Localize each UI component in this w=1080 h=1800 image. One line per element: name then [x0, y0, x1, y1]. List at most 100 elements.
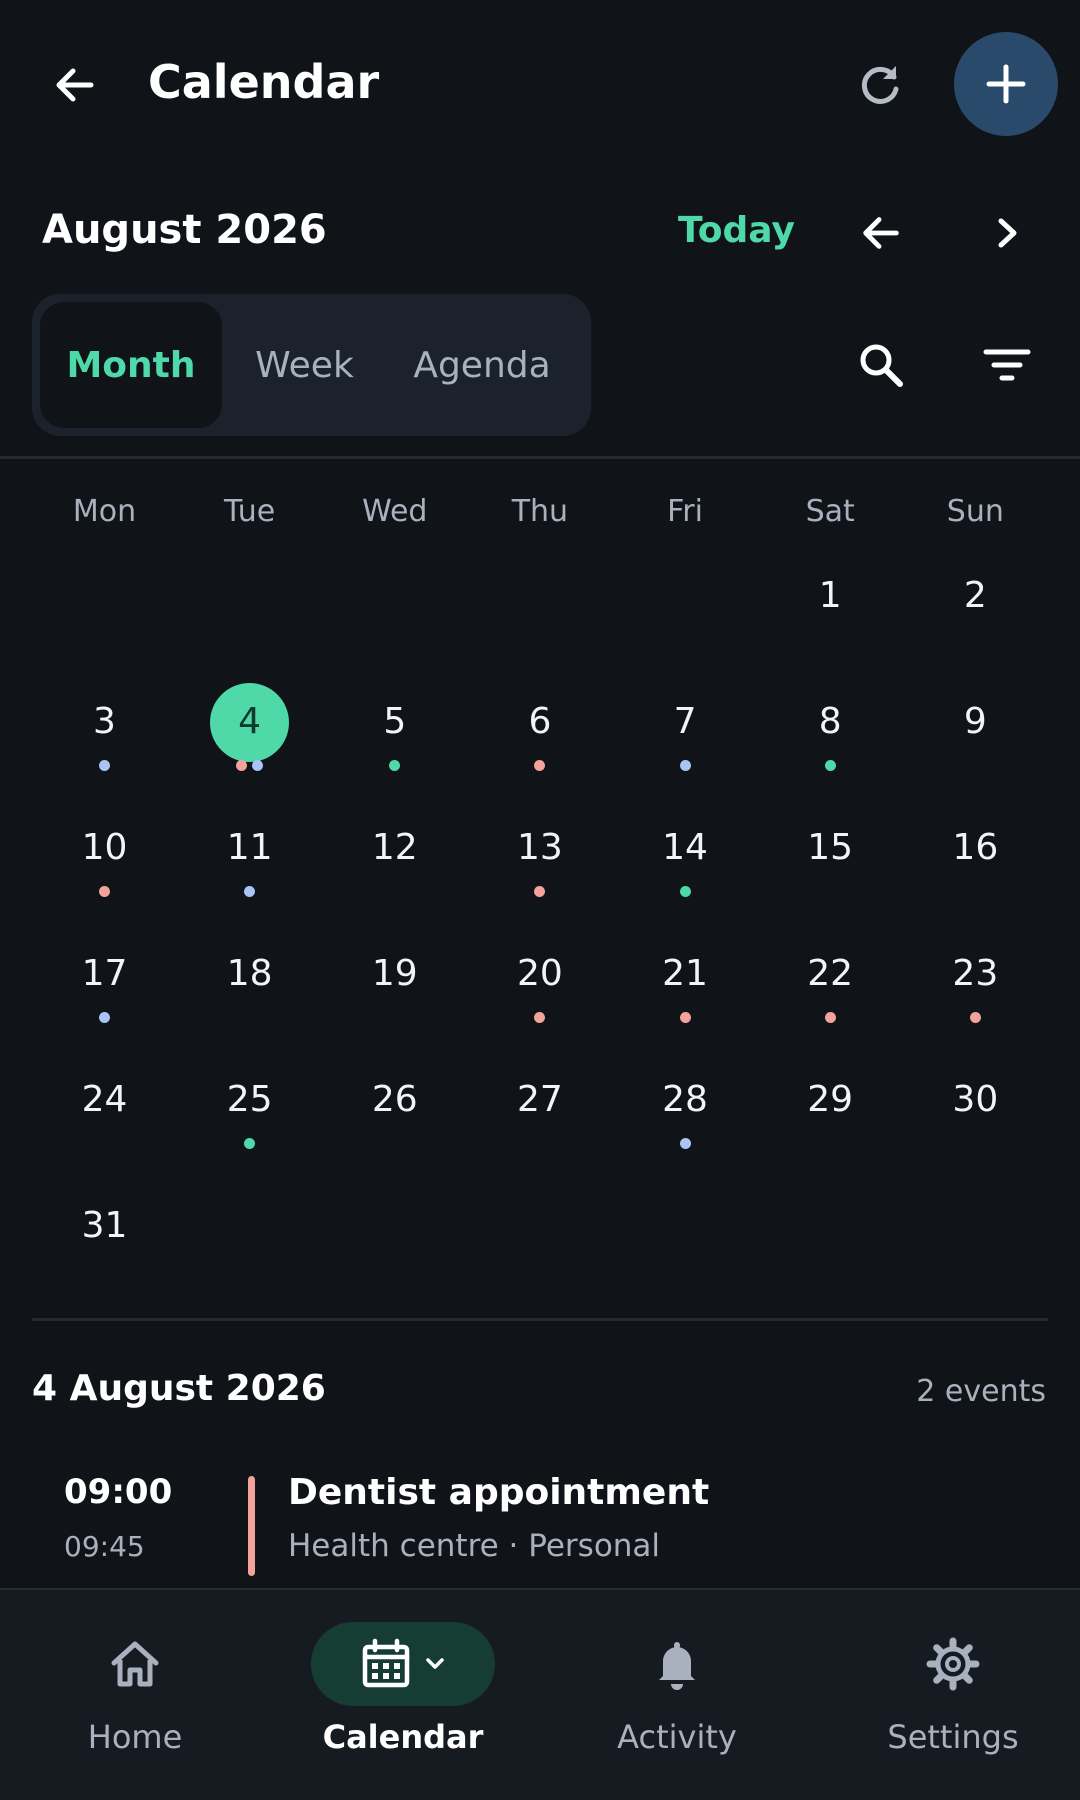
event-dots — [177, 886, 322, 897]
nav-item-home[interactable]: Home — [0, 1590, 270, 1800]
weekday-label: Sat — [805, 494, 855, 529]
day-number: 17 — [81, 953, 128, 994]
day-number: 24 — [81, 1079, 128, 1120]
day-cell[interactable]: 27 — [467, 1056, 612, 1182]
day-number: 16 — [952, 827, 999, 868]
day-cell[interactable]: 13 — [467, 804, 612, 930]
weekday-label: Mon — [72, 494, 137, 529]
day-cell[interactable]: 19 — [322, 930, 467, 1056]
nav-label: Activity — [617, 1718, 737, 1756]
day-cell[interactable]: 5 — [322, 678, 467, 804]
divider — [32, 1318, 1048, 1321]
day-cell[interactable]: 20 — [467, 930, 612, 1056]
home-icon — [111, 1641, 159, 1687]
event-dots — [613, 1012, 758, 1023]
day-number: 28 — [662, 1079, 708, 1120]
event-count: 2 events — [916, 1374, 1046, 1409]
event-item[interactable]: 09:00 09:45 Dentist appointment Health c… — [32, 1462, 1048, 1582]
chevron-right-icon — [998, 218, 1017, 248]
day-cell[interactable]: 28 — [613, 1056, 758, 1182]
day-cell[interactable]: 6 — [467, 678, 612, 804]
week-row: 3 4 5 6 7 8 9 — [32, 678, 1048, 804]
day-cell[interactable]: 26 — [322, 1056, 467, 1182]
day-cell[interactable]: 16 — [903, 804, 1048, 930]
day-cell[interactable]: 23 — [903, 930, 1048, 1056]
nav-item-settings[interactable]: Settings — [818, 1590, 1080, 1800]
event-dots — [32, 760, 177, 771]
day-cell[interactable]: 18 — [177, 930, 322, 1056]
nav-label: Calendar — [322, 1718, 484, 1756]
day-number: 1 — [818, 575, 842, 616]
month-label: August 2026 — [42, 207, 327, 253]
day-cell[interactable]: 8 — [758, 678, 903, 804]
event-dot — [534, 760, 546, 771]
bell-icon — [659, 1642, 695, 1690]
view-switcher: Month Week Agenda — [32, 294, 591, 436]
day-cell[interactable]: 15 — [758, 804, 903, 930]
back-button[interactable] — [40, 50, 110, 120]
day-cell[interactable]: 24 — [32, 1056, 177, 1182]
previous-month-button[interactable] — [846, 200, 916, 266]
nav-label: Home — [87, 1718, 183, 1756]
top-app-bar: Calendar — [0, 0, 1080, 170]
day-cell[interactable]: 10 — [32, 804, 177, 930]
day-cell[interactable]: 4 — [177, 678, 322, 804]
day-number: 5 — [383, 701, 407, 742]
day-cell[interactable]: 7 — [613, 678, 758, 804]
selected-date-label: 4 August 2026 — [32, 1368, 326, 1409]
event-dot — [824, 1012, 836, 1023]
day-cell[interactable]: 1 — [758, 552, 903, 678]
event-subtitle: Health centre · Personal — [288, 1528, 661, 1564]
event-title: Dentist appointment — [288, 1472, 710, 1513]
day-cell[interactable]: 25 — [177, 1056, 322, 1182]
plus-icon — [986, 64, 1026, 104]
day-number: 13 — [517, 827, 563, 868]
day-cell[interactable]: 22 — [758, 930, 903, 1056]
next-month-button[interactable] — [972, 200, 1042, 266]
day-cell[interactable]: 3 — [32, 678, 177, 804]
event-dots — [613, 1138, 758, 1149]
event-dots — [177, 760, 322, 771]
calendar-icon — [362, 1638, 410, 1688]
today-button[interactable]: Today — [678, 210, 795, 251]
day-number: 19 — [371, 953, 418, 994]
search-button[interactable] — [846, 330, 916, 400]
event-dot — [679, 1012, 691, 1023]
event-dots — [177, 1138, 322, 1149]
tab-month[interactable]: Month — [40, 302, 222, 428]
weekday-label: Sun — [946, 494, 1004, 529]
tab-agenda[interactable]: Agenda — [387, 302, 577, 428]
event-dots — [322, 760, 467, 771]
event-dot — [244, 1138, 256, 1149]
tab-week[interactable]: Week — [237, 302, 372, 428]
day-cell[interactable]: 9 — [903, 678, 1048, 804]
day-number: 23 — [952, 953, 999, 994]
event-dots — [903, 1012, 1048, 1023]
weekday-label: Thu — [511, 494, 569, 529]
day-cell[interactable]: 21 — [613, 930, 758, 1056]
day-number: 25 — [226, 1079, 273, 1120]
day-cell[interactable]: 11 — [177, 804, 322, 930]
day-cell[interactable]: 30 — [903, 1056, 1048, 1182]
event-dot — [99, 1012, 110, 1023]
event-dot — [99, 886, 110, 897]
day-number: 30 — [952, 1079, 999, 1120]
day-cell[interactable]: 31 — [32, 1182, 177, 1308]
day-number: 2 — [963, 575, 987, 616]
refresh-button[interactable] — [845, 50, 915, 120]
filter-button[interactable] — [972, 330, 1042, 400]
day-cell[interactable]: 17 — [32, 930, 177, 1056]
day-cell[interactable]: 2 — [903, 552, 1048, 678]
day-cell[interactable]: 14 — [613, 804, 758, 930]
nav-item-calendar[interactable]: Calendar — [268, 1590, 538, 1800]
day-number: 6 — [528, 701, 552, 742]
weekday-label: Fri — [667, 494, 703, 529]
day-cell[interactable]: 12 — [322, 804, 467, 930]
event-start-time: 09:00 — [64, 1472, 173, 1512]
event-dots — [467, 1012, 612, 1023]
bottom-navigation: Home Calendar Activity Settings — [0, 1588, 1080, 1800]
day-cell[interactable]: 29 — [758, 1056, 903, 1182]
day-number: 11 — [226, 827, 273, 868]
nav-item-activity[interactable]: Activity — [542, 1590, 812, 1800]
add-event-button[interactable] — [954, 32, 1058, 136]
